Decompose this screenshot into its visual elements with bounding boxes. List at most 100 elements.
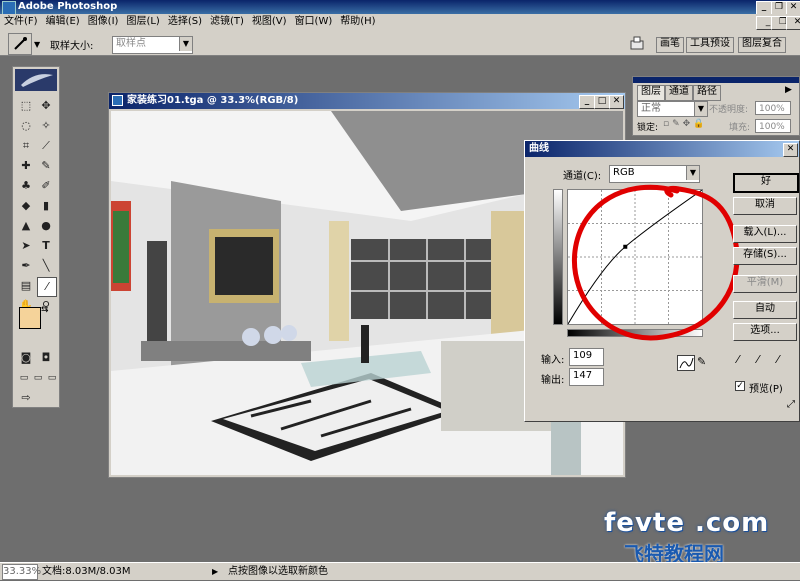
save-button[interactable]: 存储(S)... <box>733 247 797 265</box>
tab-channels[interactable]: 通道 <box>665 85 693 101</box>
options-bar: ▼ 取样大小: 取样点 ▼ 画笔 工具预设 图层复合 <box>0 30 800 56</box>
lasso-tool-icon[interactable]: ◌ <box>17 117 35 135</box>
load-button[interactable]: 载入(L)... <box>733 225 797 243</box>
curve-tool-icon[interactable] <box>677 355 695 371</box>
doc-window-close[interactable]: ✕ <box>609 95 624 109</box>
crop-tool-icon[interactable]: ⌗ <box>17 137 35 155</box>
menu-view[interactable]: 视图(V) <box>248 16 291 27</box>
path-selection-icon[interactable]: ➤ <box>17 237 35 255</box>
menu-select[interactable]: 选择(S) <box>164 16 206 27</box>
curves-dialog-title: 曲线 <box>529 143 549 154</box>
pen-tool-icon[interactable]: ✒ <box>17 257 35 275</box>
smooth-button[interactable]: 平滑(M) <box>733 275 797 293</box>
eyedropper-icon <box>14 37 27 50</box>
preview-checkbox[interactable]: ✓ <box>735 381 745 391</box>
eyedropper-tool-icon[interactable]: ⁄ <box>37 277 57 297</box>
tab-paths[interactable]: 路径 <box>693 85 721 101</box>
eraser-tool-icon[interactable]: ◆ <box>17 197 35 215</box>
fill-label: 填充: <box>729 123 751 133</box>
menu-layer[interactable]: 图层(L) <box>122 16 163 27</box>
options-button[interactable]: 选项... <box>733 323 797 341</box>
fill-field[interactable]: 100% <box>755 119 791 133</box>
foreground-color-swatch[interactable] <box>19 307 41 329</box>
lock-options-icons[interactable]: ▫✎✥🔒 <box>663 119 707 129</box>
shape-tool-icon[interactable]: ╲ <box>37 257 55 275</box>
chevron-down-icon[interactable]: ▼ <box>34 40 40 49</box>
swap-colors-icon[interactable]: ⇆ <box>41 305 49 315</box>
chevron-down-icon: ▼ <box>179 37 192 51</box>
menu-file[interactable]: 文件(F) <box>0 16 42 27</box>
gray-eyedropper-icon[interactable]: ⁄ <box>757 353 759 366</box>
curves-dialog-title-bar: 曲线 ✕ <box>525 141 799 157</box>
standard-mode-icon[interactable]: ◙ <box>17 349 35 367</box>
curves-close-button[interactable]: ✕ <box>783 143 798 157</box>
cancel-button[interactable]: 取消 <box>733 197 797 215</box>
watermark: fevte .com 飞特教程网 <box>604 508 794 568</box>
notes-tool-icon[interactable]: ▤ <box>17 277 35 295</box>
tab-layers[interactable]: 图层 <box>637 85 665 101</box>
watermark-site: fevte .com <box>604 508 770 538</box>
output-value-field[interactable]: 147 <box>569 368 604 386</box>
blend-mode-select[interactable]: 正常 ▼ <box>637 101 708 117</box>
blur-tool-icon[interactable]: ▲ <box>17 217 35 235</box>
tab-tool-presets[interactable]: 工具预设 <box>686 37 734 53</box>
dodge-tool-icon[interactable]: ● <box>37 217 55 235</box>
chevron-down-icon: ▼ <box>694 102 707 116</box>
menu-window[interactable]: 窗口(W) <box>291 16 337 27</box>
opacity-label: 不透明度: <box>709 105 749 115</box>
pencil-tool-icon[interactable]: ✎ <box>697 355 706 368</box>
photoshop-app-icon <box>2 1 16 15</box>
opacity-field[interactable]: 100% <box>755 101 791 115</box>
input-label: 输入: <box>541 355 565 366</box>
photoshop-feather-logo <box>15 69 57 91</box>
white-eyedropper-icon[interactable]: ⁄ <box>777 353 779 366</box>
magic-wand-tool-icon[interactable]: ✧ <box>37 117 55 135</box>
healing-brush-icon[interactable]: ✚ <box>17 157 35 175</box>
restore-button[interactable]: ❐ <box>771 1 787 15</box>
file-browser-icon[interactable] <box>628 35 646 51</box>
sample-size-select[interactable]: 取样点 ▼ <box>112 36 193 54</box>
clone-stamp-icon[interactable]: ♣ <box>17 177 35 195</box>
document-icon <box>112 95 123 106</box>
document-title-bar: 家装练习01.tga @ 33.3%(RGB/8) _ □ ✕ <box>109 93 625 109</box>
history-brush-icon[interactable]: ✐ <box>37 177 55 195</box>
eyedropper-tool-preset[interactable] <box>8 33 32 55</box>
move-tool-icon[interactable]: ✥ <box>37 97 55 115</box>
preview-label: 预览(P) <box>749 384 783 395</box>
output-gradient-bar <box>553 189 563 325</box>
ok-button[interactable]: 好 <box>733 173 799 193</box>
doc-window-maximize[interactable]: □ <box>594 95 610 109</box>
tab-brushes[interactable]: 画笔 <box>656 37 684 53</box>
menu-filter[interactable]: 滤镜(T) <box>206 16 248 27</box>
app-title-bar: Adobe Photoshop _ ❐ ✕ <box>0 0 800 15</box>
quick-mask-icon[interactable]: ◘ <box>37 349 55 367</box>
auto-button[interactable]: 自动 <box>733 301 797 319</box>
panel-menu-arrow-icon[interactable]: ▶ <box>785 85 792 95</box>
toolbox: ⬚ ✥ ◌ ✧ ⌗ ⟋ ✚ ✎ ♣ ✐ ◆ ▮ ▲ ● ➤ T ✒ ╲ ▤ ⁄ … <box>12 66 60 408</box>
minimize-button[interactable]: _ <box>756 1 772 15</box>
input-value-field[interactable]: 109 <box>569 348 604 366</box>
tab-layer-comps[interactable]: 图层复合 <box>738 37 786 53</box>
menu-help[interactable]: 帮助(H) <box>336 16 379 27</box>
jump-to-imageready-icon[interactable]: ⇨ <box>17 389 35 407</box>
brush-tool-icon[interactable]: ✎ <box>37 157 55 175</box>
screen-mode-full-icon[interactable]: ▭ <box>43 369 61 387</box>
doc-window-minimize[interactable]: _ <box>579 95 595 109</box>
output-label: 输出: <box>541 375 565 386</box>
gradient-tool-icon[interactable]: ▮ <box>37 197 55 215</box>
marquee-tool-icon[interactable]: ⬚ <box>17 97 35 115</box>
layers-panel-titlebar <box>633 77 799 83</box>
expand-dialog-icon[interactable]: ⤢ <box>787 399 795 410</box>
red-highlight-circle <box>571 184 740 341</box>
close-button[interactable]: ✕ <box>786 1 800 15</box>
menu-edit[interactable]: 编辑(E) <box>42 16 84 27</box>
slice-tool-icon[interactable]: ⟋ <box>37 137 55 155</box>
doc-close-button[interactable]: ✕ <box>786 16 800 30</box>
type-tool-icon[interactable]: T <box>37 237 55 255</box>
status-bar: 33.33% 文档:8.03M/8.03M ▶ 点按图像以选取新颜色 <box>0 562 800 580</box>
document-size: 文档:8.03M/8.03M <box>42 566 131 577</box>
zoom-level-field[interactable]: 33.33% <box>2 564 41 580</box>
menu-image[interactable]: 图像(I) <box>84 16 123 27</box>
status-menu-arrow-icon[interactable]: ▶ <box>212 563 218 581</box>
black-eyedropper-icon[interactable]: ⁄ <box>737 353 739 366</box>
